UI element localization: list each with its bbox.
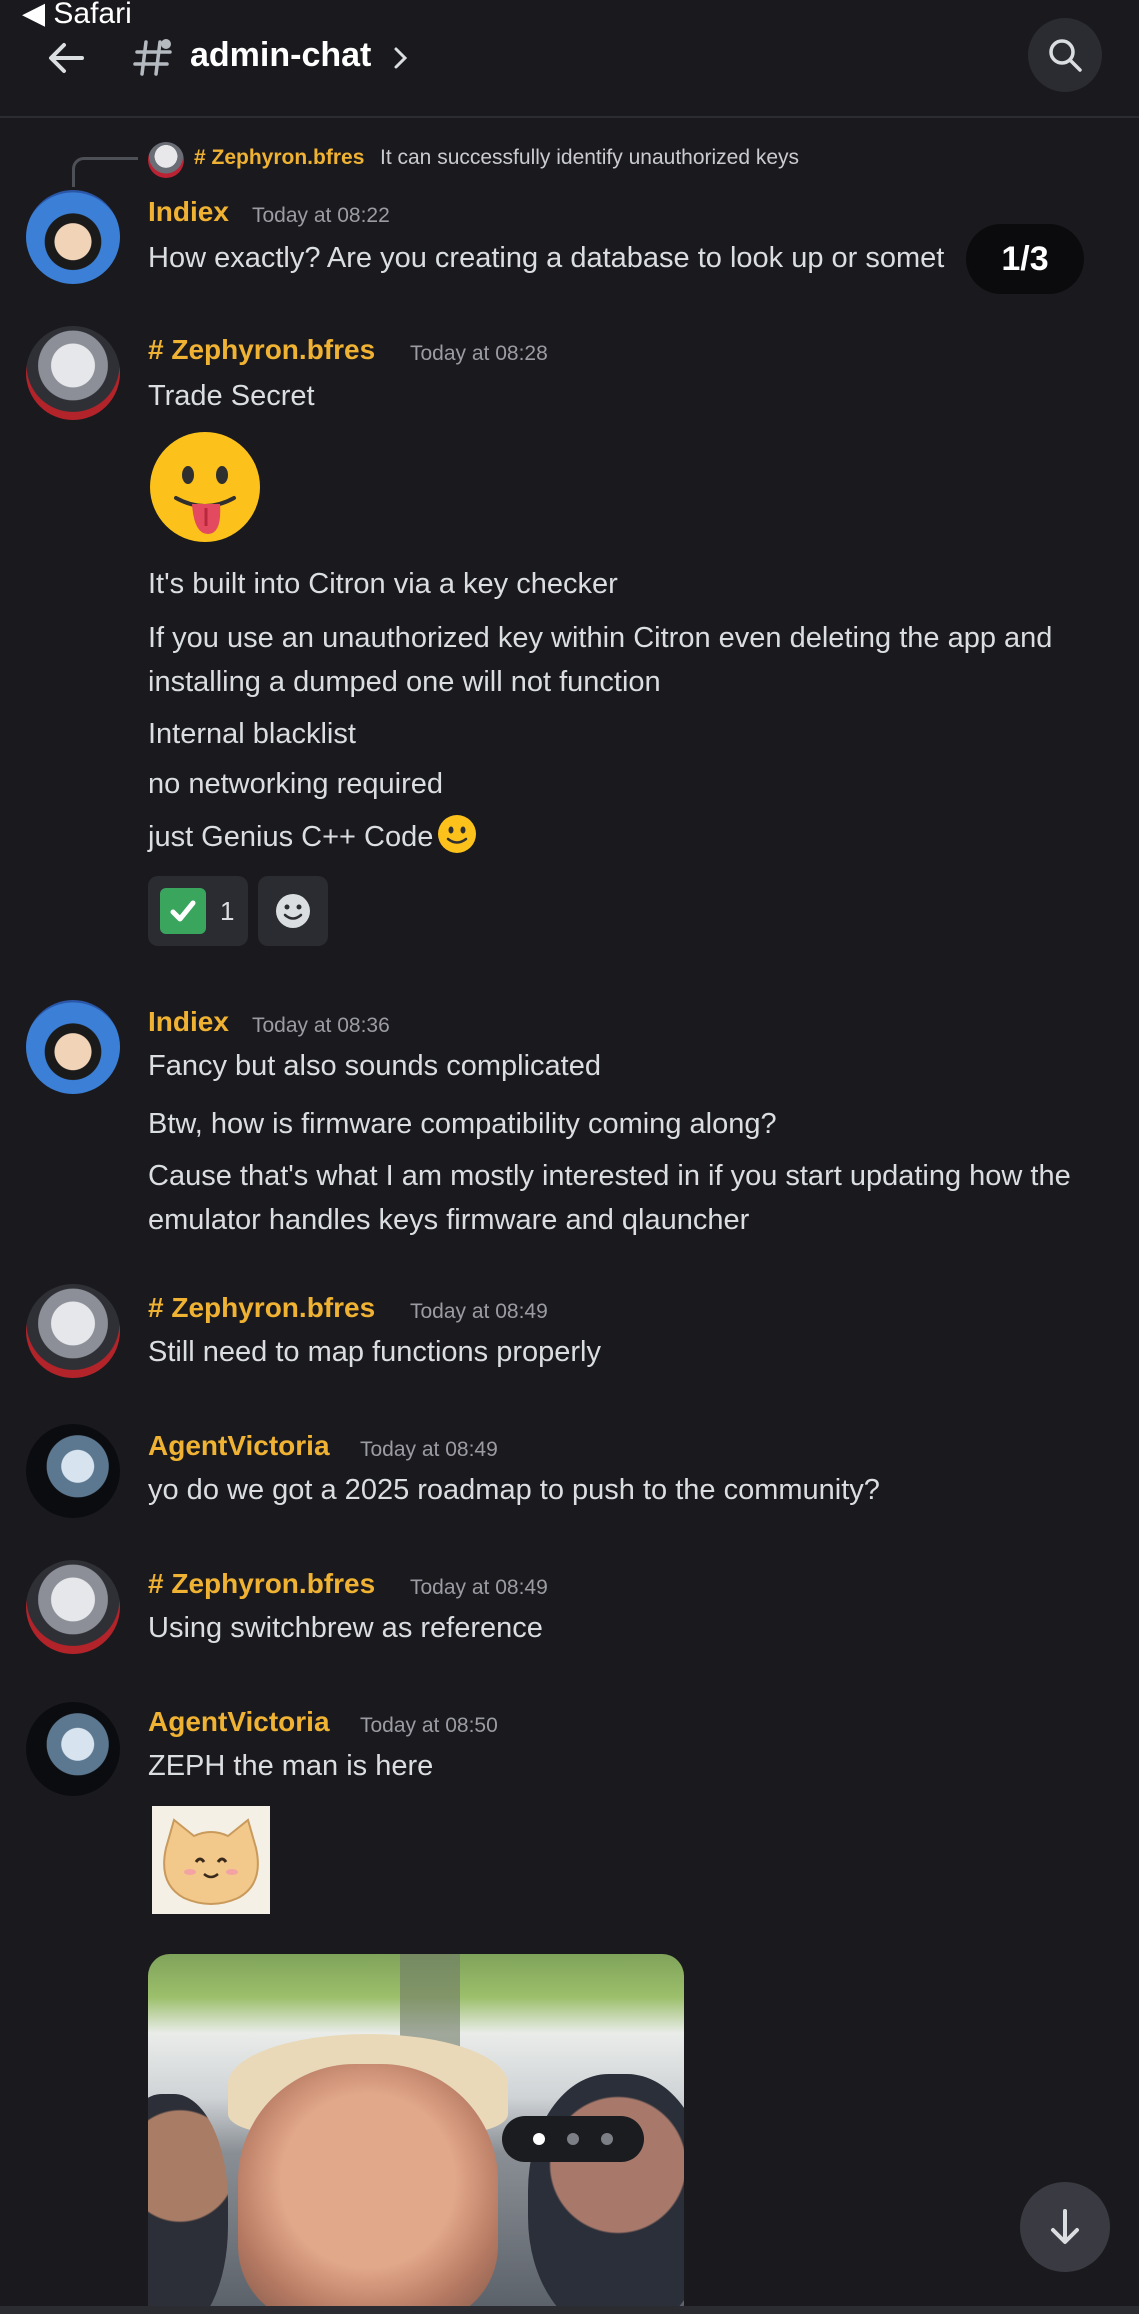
avatar[interactable] [26,1284,120,1378]
message-text: Still need to map functions properly [148,1336,601,1368]
message-text: If you use an unauthorized key within Ci… [148,622,1053,698]
message-author[interactable]: Indiex [148,1006,229,1038]
message-text: Cause that's what I am mostly interested… [148,1160,1071,1236]
back-arrow-icon[interactable] [42,34,90,82]
avatar[interactable] [26,326,120,420]
message-text: Btw, how is firmware compatibility comin… [148,1108,777,1140]
cat-sticker[interactable] [152,1806,270,1914]
chevron-right-icon[interactable] [390,44,412,72]
avatar[interactable] [26,1560,120,1654]
message-timestamp: Today at 08:49 [360,1438,498,1461]
carousel-dot[interactable] [533,2133,545,2145]
search-button[interactable] [1028,18,1102,92]
channel-header: admin-chat [0,0,1139,118]
message-timestamp: Today at 08:22 [252,204,390,227]
message-timestamp: Today at 08:50 [360,1714,498,1737]
search-icon [1049,39,1082,72]
message-text: ZEPH the man is here [148,1750,434,1782]
image-detail [238,2064,498,2314]
message-text: Using switchbrew as reference [148,1612,543,1644]
message-author[interactable]: # Zephyron.bfres [148,1292,375,1324]
tongue-out-emoji-icon [150,432,260,542]
message-author[interactable]: AgentVictoria [148,1430,330,1462]
reply-author[interactable]: # Zephyron.bfres [194,146,364,170]
bottom-divider [0,2306,1139,2314]
message-timestamp: Today at 08:49 [410,1576,548,1599]
message-text-with-emoji: just Genius C++ Code [148,814,1108,859]
message-author[interactable]: AgentVictoria [148,1706,330,1738]
message-author[interactable]: # Zephyron.bfres [148,334,375,366]
add-reaction-button[interactable] [258,876,328,946]
image-detail [528,2074,684,2314]
reply-preview-text[interactable]: It can successfully identify unauthorize… [380,146,799,170]
avatar[interactable] [26,1000,120,1094]
carousel-dot[interactable] [601,2133,613,2145]
reply-connector [72,157,138,187]
carousel-indicator[interactable] [502,2116,644,2162]
reaction-count: 1 [220,895,235,926]
message-timestamp: Today at 08:28 [410,342,548,365]
image-detail [148,2094,228,2314]
smiling-face-emoji-icon [438,815,477,853]
message-text: How exactly? Are you creating a database… [148,242,945,274]
avatar[interactable] [26,190,120,284]
message-text: It's built into Citron via a key checker [148,568,618,600]
message-text: no networking required [148,768,444,800]
message-timestamp: Today at 08:49 [410,1300,548,1323]
message-author[interactable]: Indiex [148,196,229,228]
jump-to-present-button[interactable] [1020,2182,1110,2272]
check-mark-icon [160,888,206,934]
reply-avatar [148,142,184,178]
avatar[interactable] [26,1424,120,1518]
reaction-check[interactable]: 1 [148,876,248,946]
message-text: Trade Secret [148,380,315,412]
hashtag-icon [133,39,172,76]
message-text: yo do we got a 2025 roadmap to push to t… [148,1474,880,1506]
message-author[interactable]: # Zephyron.bfres [148,1568,375,1600]
message-text: just Genius C++ Code [148,821,434,853]
channel-name[interactable]: admin-chat [190,36,371,75]
add-reaction-icon [276,894,310,928]
arrow-down-icon [1051,2209,1079,2244]
avatar[interactable] [26,1702,120,1796]
message-text: Fancy but also sounds complicated [148,1050,601,1082]
message-text: Internal blacklist [148,718,356,750]
message-timestamp: Today at 08:36 [252,1014,390,1037]
search-result-counter: 1/3 [966,224,1084,294]
carousel-dot[interactable] [567,2133,579,2145]
